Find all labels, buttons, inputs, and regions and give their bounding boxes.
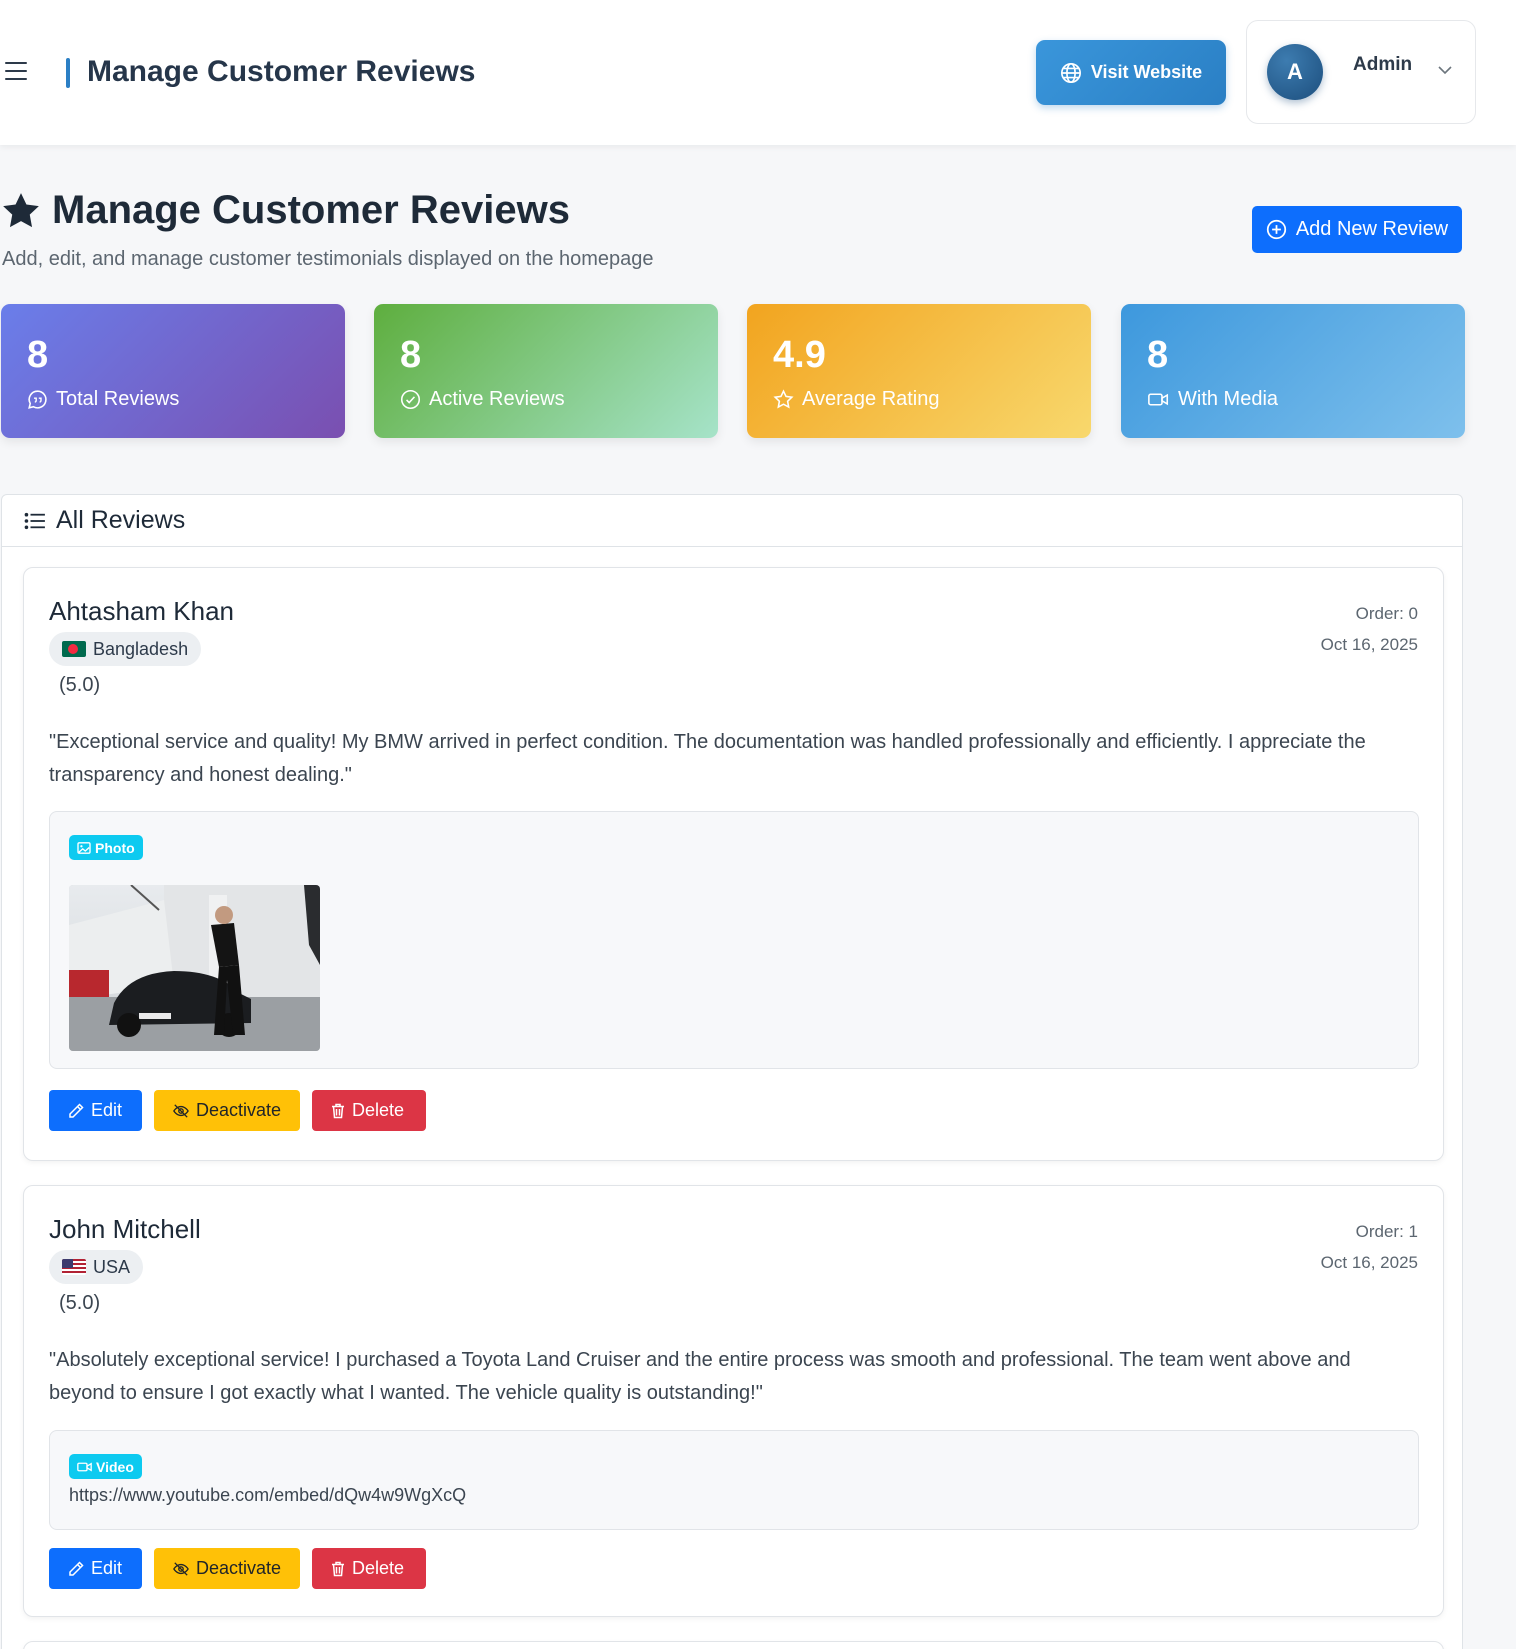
stat-value: 4.9: [773, 334, 826, 376]
check-circle-icon: [400, 389, 421, 410]
add-new-review-button[interactable]: Add New Review: [1252, 206, 1462, 253]
deactivate-button[interactable]: Deactivate: [154, 1548, 300, 1589]
all-reviews-panel: All Reviews Ahtasham Khan Bangladesh (5.…: [1, 494, 1463, 1649]
image-icon: [77, 841, 91, 854]
review-meta: Order: 0 Oct 16, 2025: [1321, 598, 1418, 660]
chat-quote-icon: [28, 390, 47, 409]
country-badge: Bangladesh: [49, 632, 202, 666]
video-url[interactable]: https://www.youtube.com/embed/dQw4w9WgXc…: [69, 1485, 466, 1506]
stat-card-with-media: 8 With Media: [1121, 304, 1465, 438]
pencil-icon: [69, 1102, 84, 1118]
camera-video-icon: [77, 1461, 92, 1472]
stat-card-average-rating: 4.9 Average Rating: [747, 304, 1091, 438]
stat-value: 8: [27, 334, 49, 376]
top-bar: Manage Customer Reviews Visit Website A …: [0, 0, 1516, 145]
stat-label: Average Rating: [802, 388, 940, 410]
star-outline-icon: [773, 389, 794, 409]
stat-card-active-reviews: 8 Active Reviews: [374, 304, 718, 438]
stat-value: 8: [1147, 334, 1169, 376]
hamburger-menu-icon[interactable]: [5, 62, 27, 80]
media-type-badge: Photo: [69, 835, 143, 860]
review-date: Oct 16, 2025: [1320, 635, 1418, 654]
edit-button[interactable]: Edit: [49, 1090, 142, 1131]
media-type-label: Photo: [95, 839, 135, 856]
delete-button[interactable]: Delete: [312, 1090, 426, 1131]
page-title: Manage Customer Reviews: [52, 188, 570, 232]
usa-flag-icon: [62, 1259, 86, 1275]
stat-label: Total Reviews: [56, 388, 180, 410]
edit-label: Edit: [91, 1100, 123, 1120]
country-name: Bangladesh: [93, 638, 189, 659]
media-box: Photo: [49, 811, 1419, 1069]
stat-label: Active Reviews: [429, 388, 565, 410]
car-photo-image: [69, 885, 320, 1051]
pencil-icon: [69, 1560, 84, 1576]
review-actions: Edit Deactivate Delete: [49, 1090, 426, 1131]
delete-label: Delete: [352, 1100, 405, 1120]
review-card: John Mitchell USA (5.0) Order: 1 Oct 16,…: [23, 1185, 1444, 1617]
review-text: "Exceptional service and quality! My BMW…: [49, 731, 1366, 786]
delete-button[interactable]: Delete: [312, 1548, 426, 1589]
star-icon: [3, 192, 39, 227]
panel-title: All Reviews: [56, 506, 186, 534]
page-title-row: Manage Customer Reviews: [0, 188, 570, 233]
page-subtitle: Add, edit, and manage customer testimoni…: [2, 248, 654, 270]
review-card: Ahtasham Khan Bangladesh (5.0) Order: 0 …: [23, 567, 1444, 1161]
panel-header: All Reviews: [2, 495, 1462, 547]
admin-user-menu[interactable]: A Admin: [1246, 20, 1476, 124]
edit-button[interactable]: Edit: [49, 1548, 142, 1589]
order-label: Order: 0: [1355, 604, 1418, 623]
trash-icon: [332, 1103, 344, 1118]
trash-icon: [332, 1561, 344, 1576]
globe-icon: [1060, 62, 1081, 83]
review-text: "Absolutely exceptional service! I purch…: [49, 1349, 1351, 1404]
review-meta: Order: 1 Oct 16, 2025: [1321, 1216, 1418, 1278]
chevron-down-icon: [1438, 66, 1452, 75]
visit-website-label: Visit Website: [1090, 62, 1203, 82]
list-icon: [24, 512, 45, 529]
media-type-badge: Video: [69, 1454, 142, 1479]
stat-value: 8: [400, 334, 422, 376]
review-photo[interactable]: [69, 885, 320, 1051]
reviewer-name: John Mitchell: [49, 1214, 201, 1244]
stat-label: With Media: [1178, 388, 1279, 410]
deactivate-label: Deactivate: [195, 1100, 281, 1120]
country-name: USA: [93, 1256, 131, 1277]
review-date: Oct 16, 2025: [1320, 1253, 1418, 1272]
delete-label: Delete: [352, 1558, 405, 1578]
rating-value: (5.0): [59, 1292, 101, 1314]
camera-video-icon: [1148, 393, 1169, 406]
eye-slash-icon: [173, 1103, 189, 1118]
country-badge: USA: [49, 1250, 144, 1284]
order-label: Order: 1: [1355, 1222, 1418, 1241]
review-actions: Edit Deactivate Delete: [49, 1548, 426, 1589]
rating-value: (5.0): [59, 674, 101, 696]
edit-label: Edit: [91, 1558, 123, 1578]
bangladesh-flag-icon: [62, 641, 86, 657]
stat-card-total-reviews: 8 Total Reviews: [1, 304, 345, 438]
deactivate-button[interactable]: Deactivate: [154, 1090, 300, 1131]
plus-circle-icon: [1266, 219, 1286, 240]
review-card: [23, 1641, 1444, 1649]
add-new-review-label: Add New Review: [1295, 218, 1449, 240]
top-bar-title: Manage Customer Reviews: [87, 55, 476, 88]
eye-slash-icon: [173, 1561, 189, 1576]
visit-website-button[interactable]: Visit Website: [1036, 40, 1226, 105]
avatar: A: [1267, 44, 1323, 100]
title-accent-bar: [66, 58, 70, 88]
media-box: Video https://www.youtube.com/embed/dQw4…: [49, 1430, 1419, 1530]
deactivate-label: Deactivate: [195, 1558, 281, 1578]
admin-name: Admin: [1353, 54, 1413, 75]
media-type-label: Video: [96, 1458, 134, 1475]
reviewer-name: Ahtasham Khan: [49, 596, 235, 626]
